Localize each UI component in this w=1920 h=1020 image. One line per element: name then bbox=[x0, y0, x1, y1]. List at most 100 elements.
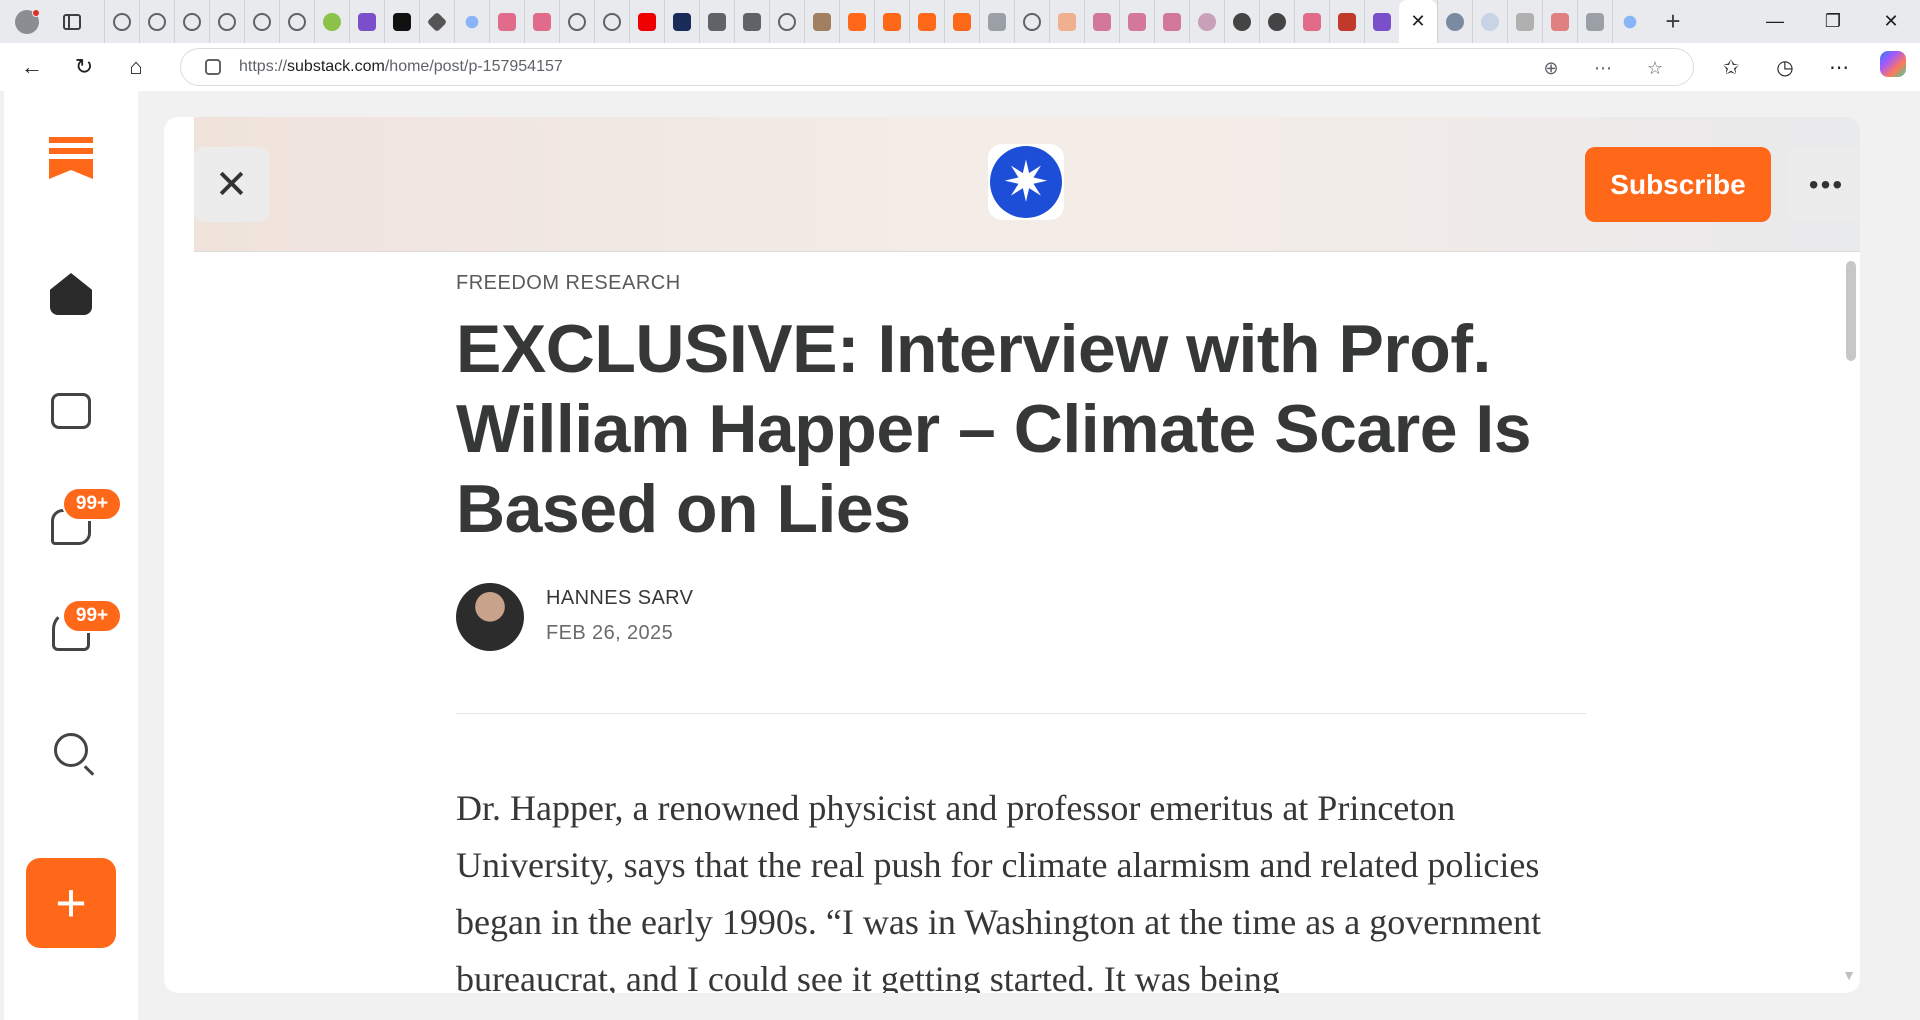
tab[interactable] bbox=[804, 0, 839, 43]
tab[interactable] bbox=[1224, 0, 1259, 43]
bars-icon bbox=[1338, 12, 1356, 31]
tab[interactable] bbox=[1119, 0, 1154, 43]
home-icon[interactable]: ⌂ bbox=[116, 47, 156, 87]
globe-icon bbox=[603, 12, 621, 31]
tab[interactable] bbox=[629, 0, 664, 43]
close-button[interactable]: ✕ bbox=[194, 147, 269, 222]
minimize-icon[interactable]: — bbox=[1746, 0, 1804, 43]
tab[interactable] bbox=[1507, 0, 1542, 43]
author-avatar[interactable] bbox=[456, 583, 524, 651]
plus-icon: + bbox=[26, 858, 116, 948]
tab-active[interactable]: ✕ bbox=[1399, 0, 1437, 43]
history-icon[interactable]: ◷ bbox=[1758, 55, 1812, 80]
star-icon: ✷ bbox=[990, 146, 1062, 218]
copilot-icon[interactable] bbox=[1866, 51, 1920, 83]
play-icon bbox=[323, 12, 341, 31]
tab[interactable] bbox=[1259, 0, 1294, 43]
chat-icon[interactable]: 99+ bbox=[4, 487, 138, 545]
tab[interactable] bbox=[1329, 0, 1364, 43]
tab[interactable] bbox=[1542, 0, 1577, 43]
tab[interactable] bbox=[489, 0, 524, 43]
tab[interactable] bbox=[769, 0, 804, 43]
divider bbox=[456, 713, 1586, 714]
tab[interactable] bbox=[279, 0, 314, 43]
zoom-icon[interactable]: ⊕ bbox=[1525, 58, 1577, 79]
scrollbar-thumb[interactable] bbox=[1846, 261, 1856, 361]
tab[interactable] bbox=[874, 0, 909, 43]
r-icon bbox=[1128, 12, 1146, 31]
globe-icon bbox=[113, 12, 131, 31]
tab[interactable] bbox=[524, 0, 559, 43]
post-title: EXCLUSIVE: Interview with Prof. William … bbox=[456, 311, 1532, 547]
more-options-button[interactable]: ••• bbox=[1789, 147, 1860, 222]
url-text[interactable]: https://substack.com/home/post/p-1579541… bbox=[239, 58, 563, 76]
inbox-icon[interactable] bbox=[4, 393, 138, 429]
search-icon[interactable] bbox=[4, 733, 138, 767]
publication-name[interactable]: FREEDOM RESEARCH bbox=[456, 272, 1586, 295]
lock-icon[interactable] bbox=[205, 59, 221, 75]
globe-icon bbox=[148, 12, 166, 31]
tab[interactable] bbox=[384, 0, 419, 43]
tab[interactable] bbox=[559, 0, 594, 43]
tab[interactable] bbox=[1189, 0, 1224, 43]
tab[interactable] bbox=[1364, 0, 1399, 43]
tab[interactable] bbox=[594, 0, 629, 43]
tab[interactable] bbox=[104, 0, 139, 43]
tab[interactable] bbox=[209, 0, 244, 43]
scroll-down-icon[interactable]: ▼ bbox=[1842, 967, 1856, 983]
compose-button[interactable]: + bbox=[4, 858, 138, 948]
tab[interactable] bbox=[174, 0, 209, 43]
tabs: ✕ bbox=[104, 0, 1647, 43]
seal-icon bbox=[813, 12, 831, 31]
home-icon[interactable] bbox=[4, 273, 138, 315]
substack-icon bbox=[848, 12, 866, 31]
favorite-star-icon[interactable]: ☆ bbox=[1629, 58, 1681, 79]
tab[interactable] bbox=[734, 0, 769, 43]
tab[interactable] bbox=[139, 0, 174, 43]
tab[interactable] bbox=[1014, 0, 1049, 43]
tab[interactable] bbox=[1084, 0, 1119, 43]
author-name[interactable]: HANNES SARV bbox=[546, 587, 693, 610]
subscribe-button[interactable]: Subscribe bbox=[1585, 147, 1771, 222]
close-window-icon[interactable]: ✕ bbox=[1862, 0, 1920, 43]
substack-logo-icon[interactable] bbox=[4, 137, 138, 179]
globe-icon bbox=[218, 12, 236, 31]
tab[interactable] bbox=[314, 0, 349, 43]
tab[interactable] bbox=[664, 0, 699, 43]
tab[interactable] bbox=[909, 0, 944, 43]
new-tab-button[interactable]: + bbox=[1655, 4, 1691, 40]
video-icon bbox=[1303, 12, 1321, 31]
tab[interactable] bbox=[454, 0, 489, 43]
tab[interactable] bbox=[1612, 0, 1647, 43]
back-icon[interactable]: ← bbox=[12, 47, 52, 87]
settings-more-icon[interactable]: ⋯ bbox=[1812, 55, 1866, 80]
tab[interactable] bbox=[1154, 0, 1189, 43]
tab[interactable] bbox=[699, 0, 734, 43]
bird-icon bbox=[1516, 12, 1534, 31]
left-sidebar: 99+ 99+ + bbox=[4, 91, 138, 1020]
refresh-icon[interactable]: ↻ bbox=[64, 47, 104, 87]
restore-icon[interactable]: ❐ bbox=[1804, 0, 1862, 43]
bell-icon[interactable]: 99+ bbox=[4, 599, 138, 651]
address-bar[interactable]: https://substack.com/home/post/p-1579541… bbox=[180, 48, 1694, 86]
tab[interactable] bbox=[349, 0, 384, 43]
tab[interactable] bbox=[1577, 0, 1612, 43]
tab[interactable] bbox=[1472, 0, 1507, 43]
byline: HANNES SARV FEB 26, 2025 bbox=[456, 583, 1586, 653]
tab-actions-icon[interactable] bbox=[58, 8, 86, 36]
tab[interactable] bbox=[1294, 0, 1329, 43]
publication-logo[interactable]: ✷ bbox=[988, 144, 1064, 220]
dr-icon bbox=[393, 12, 411, 31]
tab[interactable] bbox=[1437, 0, 1472, 43]
close-tab-icon[interactable]: ✕ bbox=[1410, 11, 1425, 32]
notification-dot bbox=[32, 8, 40, 17]
reader-icon[interactable]: ⋯ bbox=[1577, 58, 1629, 79]
profile-icon[interactable] bbox=[12, 7, 42, 37]
tab[interactable] bbox=[944, 0, 979, 43]
tab[interactable] bbox=[419, 0, 454, 43]
tab[interactable] bbox=[979, 0, 1014, 43]
favorites-icon[interactable]: ✩ bbox=[1704, 55, 1758, 80]
tab[interactable] bbox=[839, 0, 874, 43]
tab[interactable] bbox=[244, 0, 279, 43]
tab[interactable] bbox=[1049, 0, 1084, 43]
